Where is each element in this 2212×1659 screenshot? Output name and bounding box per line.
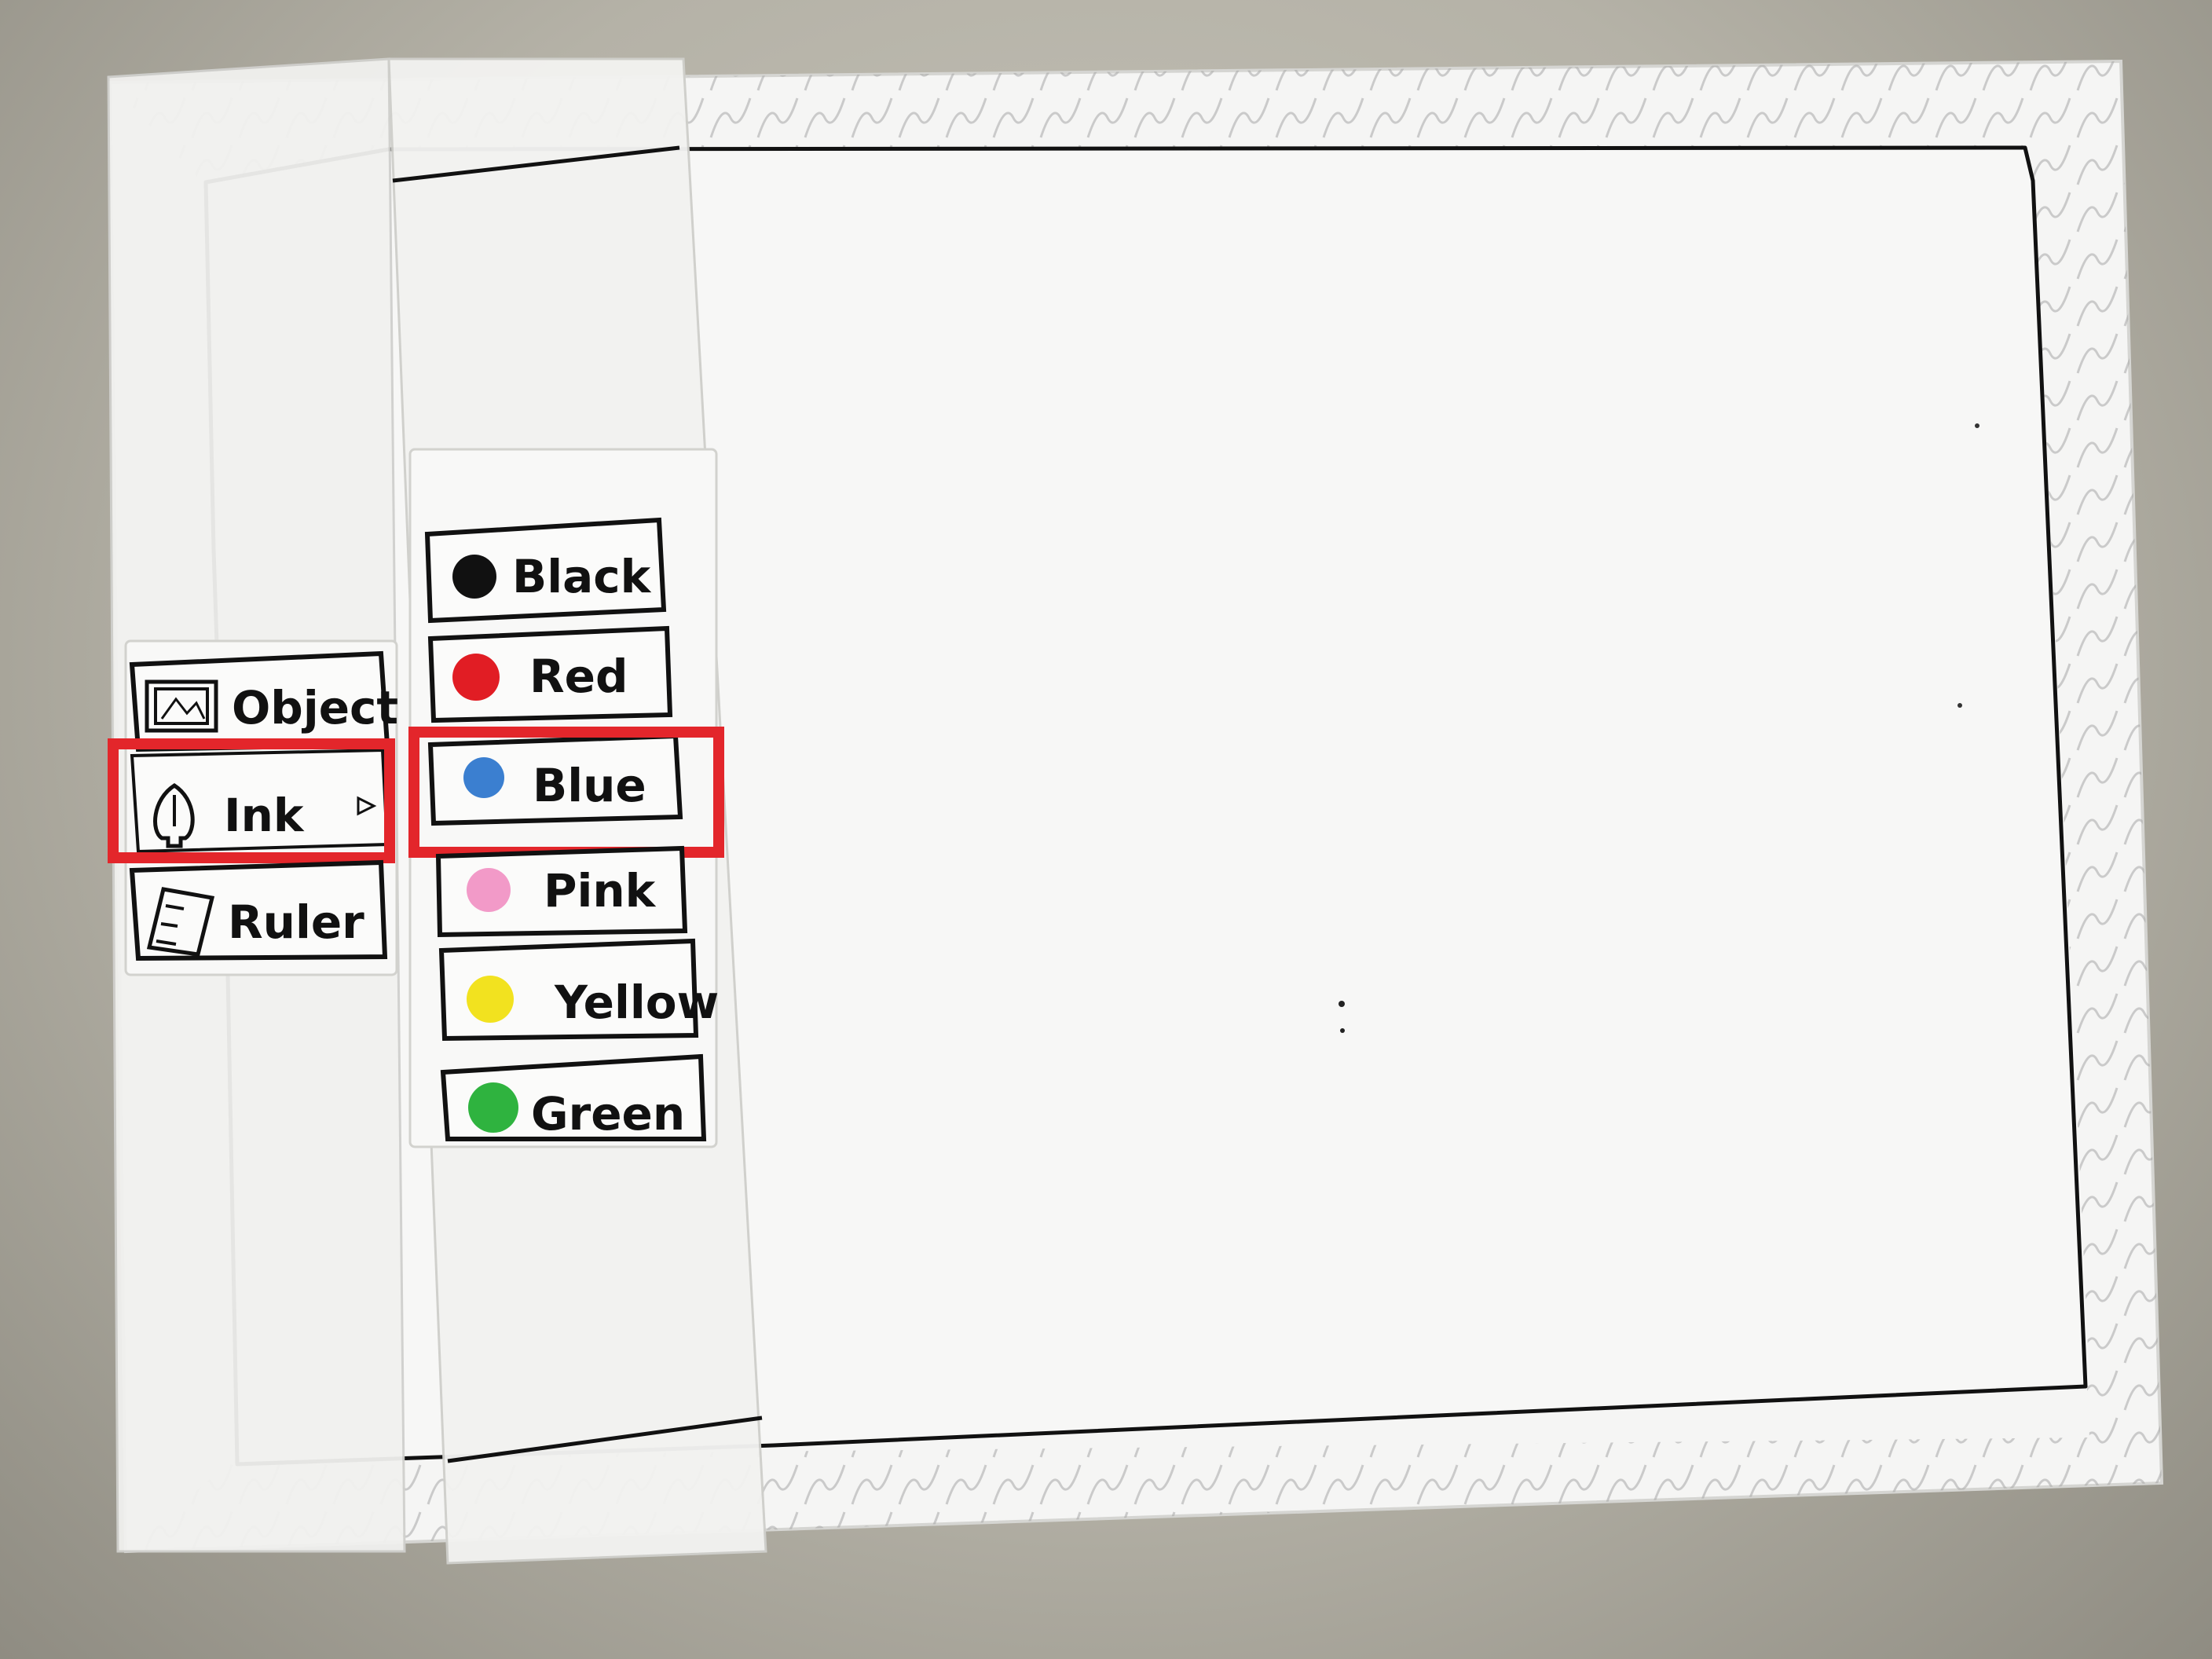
color-swatch — [467, 868, 511, 912]
color-item-label: Blue — [533, 759, 646, 812]
photo-background: Object Ink Ruler Black Red Blue Pink Yel… — [0, 0, 2212, 1659]
color-item-yellow[interactable]: Yellow — [438, 938, 719, 1042]
tool-item-label: Ruler — [228, 895, 364, 949]
color-item-green[interactable]: Green — [440, 1053, 707, 1141]
tool-item-object[interactable]: Object — [129, 650, 398, 753]
tool-item-ink[interactable]: Ink — [130, 748, 390, 854]
color-item-label: Yellow — [554, 976, 719, 1029]
tool-item-label: Ink — [224, 789, 305, 842]
color-item-label: Green — [531, 1087, 685, 1141]
color-item-blue[interactable]: Blue — [427, 733, 683, 826]
color-item-label: Red — [529, 650, 628, 703]
tool-item-ruler[interactable]: Ruler — [129, 859, 388, 961]
color-swatch — [463, 757, 504, 798]
color-swatch — [452, 654, 500, 701]
color-swatch — [468, 1082, 518, 1133]
color-swatch — [467, 976, 514, 1023]
color-swatch — [452, 555, 496, 599]
tool-menu: Object Ink Ruler — [108, 639, 398, 976]
color-item-label: Black — [512, 550, 652, 603]
color-item-black[interactable]: Black — [424, 517, 667, 624]
color-item-red[interactable]: Red — [427, 625, 673, 723]
color-item-pink[interactable]: Pink — [435, 845, 688, 938]
color-item-label: Pink — [544, 864, 657, 917]
tool-item-label: Object — [232, 681, 398, 734]
color-menu: Black Red Blue Pink Yellow Green — [408, 448, 724, 1148]
